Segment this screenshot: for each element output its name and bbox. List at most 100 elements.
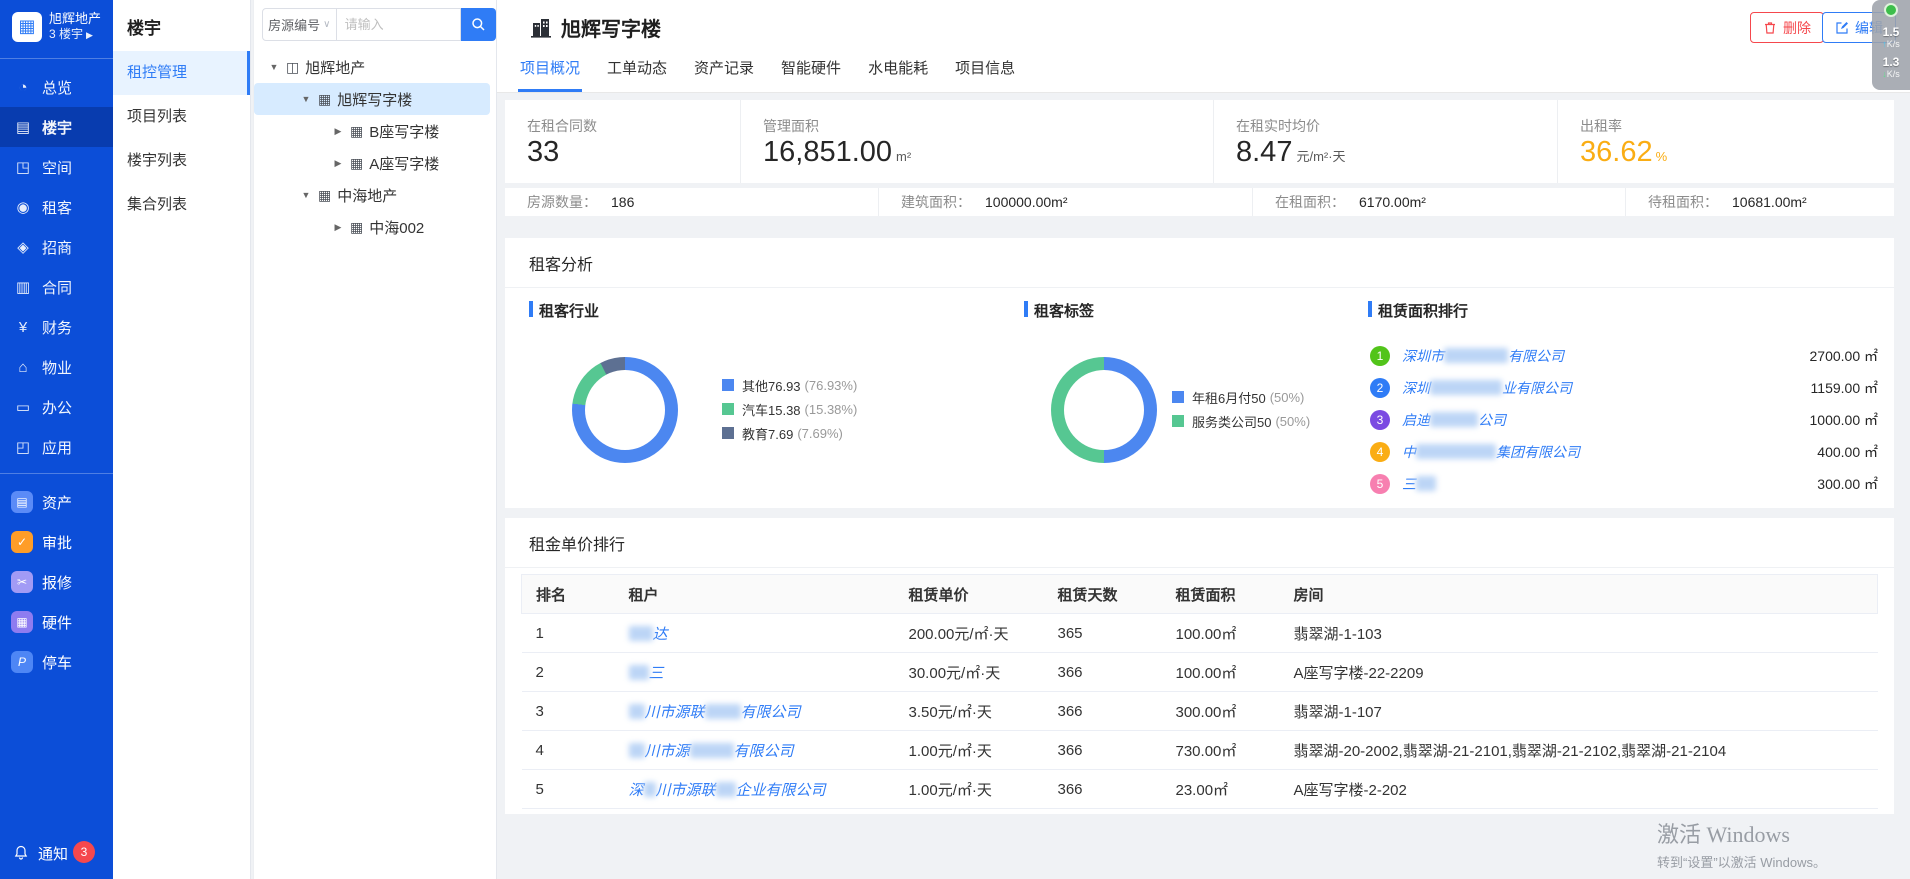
- tenant-link[interactable]: 启迪公司: [1402, 410, 1506, 430]
- tree-expand-icon[interactable]: ▼: [300, 190, 312, 200]
- area-ranking-title: 租赁面积排行: [1368, 300, 1468, 321]
- sidebar-item-finance[interactable]: ¥财务: [0, 307, 113, 347]
- sidebar-item-space[interactable]: ◳空间: [0, 147, 113, 187]
- building-icon: ▦: [318, 92, 331, 106]
- tree-node-project-selected[interactable]: ▼▦旭辉写字楼: [254, 83, 490, 115]
- tree-expand-icon[interactable]: ▶: [332, 222, 344, 233]
- overview-icon: ◔: [13, 79, 33, 96]
- building-tree: ▼◫旭辉地产 ▼▦旭辉写字楼 ▶▦B座写字楼 ▶▦A座写字楼 ▼▦中海地产 ▶▦…: [254, 47, 496, 243]
- rank-badge: 4: [1370, 442, 1390, 462]
- sidebar-app-label: 硬件: [42, 612, 72, 633]
- sidebar-app-label: 资产: [42, 492, 72, 513]
- tree-node-label: A座写字楼: [369, 153, 439, 174]
- page-title: 旭辉写字楼: [561, 13, 661, 42]
- stat-value: 8.47: [1236, 136, 1292, 168]
- menu-item-label: 租控管理: [127, 64, 187, 81]
- tenant-icon: ◉: [13, 198, 33, 216]
- sidebar-item-property[interactable]: ⌂物业: [0, 347, 113, 387]
- sidebar-app-hardware[interactable]: ▦硬件: [0, 602, 113, 642]
- delete-button[interactable]: 删除: [1750, 12, 1824, 43]
- tenant-link[interactable]: 中集团有限公司: [1402, 442, 1580, 462]
- panel-title: 租金单价排行: [505, 518, 1894, 568]
- tenant-link[interactable]: 川市源有限公司: [629, 743, 794, 760]
- col-tenant: 租户: [615, 575, 895, 614]
- building-icon: ▤: [13, 118, 33, 136]
- tree-node-zhonghai-002[interactable]: ▶▦中海002: [254, 211, 496, 243]
- network-speed-widget[interactable]: 1.5 ↑K/s 1.3 ↓K/s: [1872, 0, 1910, 90]
- area-rank-row: 1 深圳市有限公司 2700.00 ㎡: [1370, 345, 1878, 367]
- rank-badge: 2: [1370, 378, 1390, 398]
- contract-icon: ▥: [13, 278, 33, 296]
- tenant-link[interactable]: 三: [629, 665, 664, 682]
- tenant-industry-donut: [572, 357, 678, 463]
- upload-speed: 1.5: [1872, 25, 1910, 39]
- menu-item-building-list[interactable]: 楼宇列表: [113, 139, 250, 183]
- sidebar-item-building[interactable]: ▤楼宇: [0, 107, 113, 147]
- tree-node-label: 旭辉地产: [305, 57, 365, 78]
- tab-smart-hardware[interactable]: 智能硬件: [779, 57, 843, 92]
- menu-item-collection-list[interactable]: 集合列表: [113, 183, 250, 227]
- tenant-link[interactable]: 深圳业有限公司: [1402, 378, 1572, 398]
- search-type-select[interactable]: 房源编号 ∨: [262, 8, 337, 41]
- tab-asset-records[interactable]: 资产记录: [692, 57, 756, 92]
- sidebar-item-tenant[interactable]: ◉ 租客: [0, 187, 113, 227]
- sidebar-item-label: 总览: [42, 77, 72, 98]
- table-header-row: 排名 租户 租赁单价 租赁天数 租赁面积 房间: [522, 575, 1878, 614]
- menu-item-label: 集合列表: [127, 196, 187, 213]
- tree-expand-icon[interactable]: ▶: [332, 158, 344, 169]
- org-switcher[interactable]: ▦ 旭辉地产 3 楼宇▶: [0, 0, 113, 52]
- notification-item[interactable]: 通知 3: [0, 833, 113, 873]
- building-tree-panel: 房源编号 ∨ ▼◫旭辉地产 ▼▦旭辉写字楼 ▶▦B座写字楼 ▶▦A座写字楼 ▼▦…: [253, 0, 497, 879]
- sidebar-item-label: 应用: [42, 437, 72, 458]
- legend-swatch: [722, 427, 734, 439]
- sidebar-item-office[interactable]: ▭办公: [0, 387, 113, 427]
- table-row: 2 三 30.00元/㎡·天366100.00㎡A座写字楼-22-2209: [522, 653, 1878, 692]
- menu-item-project-list[interactable]: 项目列表: [113, 95, 250, 139]
- rank-area-value: 1000.00 ㎡: [1810, 410, 1879, 430]
- tree-expand-icon[interactable]: ▼: [268, 62, 280, 72]
- tab-project-info[interactable]: 项目信息: [953, 57, 1017, 92]
- tree-node-building-b[interactable]: ▶ ▦ B座写字楼: [254, 115, 496, 147]
- area-rank-row: 3 启迪公司 1000.00 ㎡: [1370, 409, 1878, 431]
- sidebar-item-apps[interactable]: ◰应用: [0, 427, 113, 467]
- sidebar-item-investment[interactable]: ◈招商: [0, 227, 113, 267]
- tenant-link[interactable]: 深川市源联企业有限公司: [629, 782, 826, 799]
- project-header: 旭辉写字楼 删除 编辑 项目概况 工单动态 资产记录 智能硬件 水电能耗 项目信…: [497, 0, 1910, 93]
- sidebar-app-asset[interactable]: ▤资产: [0, 482, 113, 522]
- trash-icon: [1763, 21, 1777, 35]
- sidebar-item-label: 租客: [42, 197, 72, 218]
- tree-expand-icon[interactable]: ▶: [332, 126, 344, 137]
- finance-icon: ¥: [13, 319, 33, 336]
- project-tabs: 项目概况 工单动态 资产记录 智能硬件 水电能耗 项目信息: [518, 57, 1040, 92]
- tree-expand-icon[interactable]: ▼: [300, 94, 312, 104]
- sidebar-item-label: 空间: [42, 157, 72, 178]
- tab-utilities[interactable]: 水电能耗: [866, 57, 930, 92]
- sidebar-item-overview[interactable]: ◔ 总览: [0, 67, 113, 107]
- tenant-link[interactable]: 达: [629, 626, 668, 643]
- tree-node-label: B座写字楼: [369, 121, 439, 142]
- stat-value: 36.62: [1580, 136, 1653, 168]
- tree-node-building-a[interactable]: ▶▦A座写字楼: [254, 147, 496, 179]
- stat-vacant-area: 待租面积：10681.00m²: [1625, 188, 1894, 216]
- tenant-link[interactable]: 三: [1402, 474, 1436, 494]
- sidebar-app-parking[interactable]: P停车: [0, 642, 113, 682]
- search-input[interactable]: [337, 8, 461, 41]
- active-indicator: [247, 51, 250, 95]
- sidebar-app-repair[interactable]: ✂报修: [0, 562, 113, 602]
- app-window: ▦ 旭辉地产 3 楼宇▶ ◔ 总览 ▤楼宇 ◳空间 ◉ 租客 ◈招商 ▥合同 ¥财务…: [0, 0, 1910, 879]
- tenant-link[interactable]: 深圳市有限公司: [1402, 346, 1564, 366]
- menu-item-rent-control[interactable]: 租控管理: [113, 51, 250, 95]
- tab-workorder-activity[interactable]: 工单动态: [605, 57, 669, 92]
- sidebar-item-contract[interactable]: ▥合同: [0, 267, 113, 307]
- tree-node-zhonghai[interactable]: ▼▦中海地产: [254, 179, 496, 211]
- tab-project-overview[interactable]: 项目概况: [518, 57, 582, 92]
- sidebar-app-approval[interactable]: ✓审批: [0, 522, 113, 562]
- building-icon: ▦: [350, 124, 363, 138]
- search-button[interactable]: [461, 8, 496, 41]
- tenant-link[interactable]: 川市源联有限公司: [629, 704, 801, 721]
- page-title-row: 旭辉写字楼: [497, 0, 1910, 42]
- stat-label: 在租合同数: [527, 116, 740, 136]
- tag-chart-title: 租客标签: [1024, 300, 1094, 321]
- org-name: 旭辉地产: [49, 11, 101, 27]
- tree-node-org[interactable]: ▼◫旭辉地产: [254, 51, 496, 83]
